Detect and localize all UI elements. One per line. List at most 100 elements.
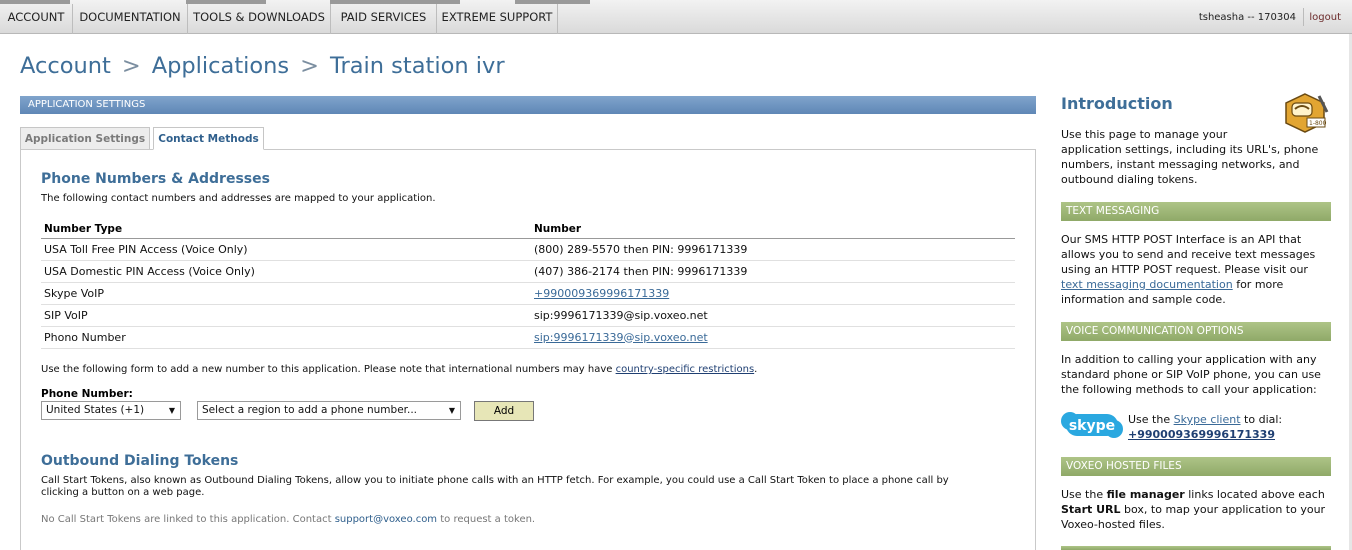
sidebar-skype-number-link[interactable]: +990009369996171339	[1128, 428, 1275, 441]
file-manager-term: file manager	[1106, 488, 1185, 501]
skype-suffix: to dial:	[1244, 413, 1283, 426]
nav-extreme-support[interactable]: EXTREME SUPPORT	[437, 4, 558, 34]
dropdown-arrow-icon: ▼	[168, 406, 175, 415]
number-type-cell: Phono Number	[41, 326, 531, 349]
voice-options-text: In addition to calling your application …	[1061, 352, 1321, 397]
hosted-line: Use the file manager links located above…	[1061, 487, 1325, 502]
text-messaging-doc-link[interactable]: text messaging documentation	[1061, 278, 1233, 291]
breadcrumb-applications[interactable]: Applications	[152, 53, 289, 79]
hosted-line: Start URL box, to map your application t…	[1061, 502, 1325, 517]
number-cell: sip:9996171339@sip.voxeo.net	[531, 304, 1015, 327]
no-tokens-text-end: to request a token.	[440, 514, 536, 525]
divider	[1303, 8, 1304, 26]
tokens-description-line1: Call Start Tokens, also known as Outboun…	[41, 475, 949, 486]
add-number-note-text: Use the following form to add a new numb…	[41, 364, 613, 375]
country-select-value: United States (+1)	[46, 404, 145, 416]
intro-line: application settings, including its URL'…	[1061, 143, 1319, 156]
number-type-cell: Skype VoIP	[41, 282, 531, 305]
tokens-description-line2: clicking a button on a web page.	[41, 487, 205, 498]
number-cell: (800) 289-5570 then PIN: 9996171339	[531, 238, 1015, 261]
next-section-header	[1061, 546, 1331, 550]
top-navigation: ACCOUNT DOCUMENTATION TOOLS & DOWNLOADS …	[0, 0, 1352, 34]
breadcrumb-separator: >	[121, 53, 141, 79]
skype-number-link[interactable]: +990009369996171339	[534, 287, 669, 300]
text-messaging-after-link: for more	[1236, 278, 1284, 291]
intro-line: Use this page to manage your	[1061, 128, 1228, 141]
tab-application-settings[interactable]: Application Settings	[20, 127, 150, 150]
voice-options-header: VOICE COMMUNICATION OPTIONS	[1061, 322, 1331, 341]
voice-line: standard phone or SIP VoIP phone, you ca…	[1061, 368, 1321, 381]
phone-section-description: The following contact numbers and addres…	[41, 193, 436, 204]
text-messaging-link-line: text messaging documentation for more	[1061, 277, 1315, 292]
hosted-files-text: Use the file manager links located above…	[1061, 487, 1325, 532]
text-messaging-header: TEXT MESSAGING	[1061, 202, 1331, 221]
user-info: tsheasha -- 170304	[1198, 12, 1296, 23]
contact-numbers-table: Number Type Number USA Toll Free PIN Acc…	[41, 221, 1015, 349]
introduction-title: Introduction	[1061, 94, 1173, 113]
svg-text:1-800: 1-800	[1309, 120, 1327, 127]
voice-line: In addition to calling your application …	[1061, 353, 1317, 366]
skype-client-link[interactable]: Skype client	[1174, 413, 1241, 426]
text-messaging-text: Our SMS HTTP POST Interface is an API th…	[1061, 232, 1315, 307]
nav-account[interactable]: ACCOUNT	[0, 4, 73, 34]
add-number-note-end: .	[754, 364, 758, 375]
add-number-note: Use the following form to add a new numb…	[41, 364, 757, 375]
hosted-files-header: VOXEO HOSTED FILES	[1061, 457, 1331, 476]
table-row: Skype VoIP +990009369996171339	[41, 282, 1015, 305]
number-type-cell: SIP VoIP	[41, 304, 531, 327]
region-select-value: Select a region to add a phone number...	[202, 404, 418, 416]
skype-logo: skype	[1061, 412, 1123, 438]
logout-link[interactable]: logout	[1309, 12, 1341, 23]
intro-line: outbound dialing tokens.	[1061, 173, 1198, 186]
number-cell: (407) 386-2174 then PIN: 9996171339	[531, 260, 1015, 283]
breadcrumb-account[interactable]: Account	[20, 53, 111, 79]
intro-text: Use this page to manage your application…	[1061, 127, 1318, 187]
nav-paid-services[interactable]: PAID SERVICES	[331, 4, 437, 34]
skype-number-line: +990009369996171339	[1128, 427, 1275, 442]
breadcrumb-current-app: Train station ivr	[330, 53, 505, 79]
breadcrumb-separator: >	[300, 53, 320, 79]
number-type-cell: USA Toll Free PIN Access (Voice Only)	[41, 238, 531, 261]
table-row: Phono Number sip:9996171339@sip.voxeo.ne…	[41, 326, 1015, 349]
number-cell: +990009369996171339	[531, 282, 1015, 305]
nav-documentation[interactable]: DOCUMENTATION	[73, 4, 188, 34]
text-messaging-line: using an HTTP POST request. Please visit…	[1061, 263, 1308, 276]
country-restrictions-link[interactable]: country-specific restrictions	[616, 364, 755, 375]
voice-line: the following methods to call your appli…	[1061, 383, 1317, 396]
skype-logo-text: skype	[1069, 418, 1115, 434]
hosted-text: Use the	[1061, 488, 1104, 501]
application-settings-header: APPLICATION SETTINGS	[20, 96, 1036, 114]
tab-contact-methods[interactable]: Contact Methods	[153, 127, 264, 150]
text-messaging-line: Our SMS HTTP POST Interface is an API th…	[1061, 233, 1302, 246]
breadcrumb: Account > Applications > Train station ivr	[20, 53, 505, 79]
country-select[interactable]: United States (+1) ▼	[41, 401, 181, 420]
hosted-line: Voxeo-hosted files.	[1061, 518, 1165, 531]
add-number-button[interactable]: Add	[474, 401, 534, 421]
skype-dial-line: Use the Skype client to dial:	[1128, 412, 1282, 427]
phono-number-link[interactable]: sip:9996171339@sip.voxeo.net	[534, 331, 708, 344]
column-header-number: Number	[531, 221, 1015, 239]
text-messaging-line: allows you to send and receive text mess…	[1061, 248, 1316, 261]
column-header-number-type: Number Type	[41, 221, 531, 239]
support-email-link[interactable]: support@voxeo.com	[335, 514, 437, 525]
no-tokens-text: No Call Start Tokens are linked to this …	[41, 514, 332, 525]
number-cell: sip:9996171339@sip.voxeo.net	[531, 326, 1015, 349]
table-header-row: Number Type Number	[41, 221, 1015, 239]
table-row: USA Toll Free PIN Access (Voice Only) (8…	[41, 238, 1015, 261]
intro-line: numbers, instant messaging networks, and	[1061, 158, 1300, 171]
nav-tools-downloads[interactable]: TOOLS & DOWNLOADS	[188, 4, 331, 34]
skype-prefix: Use the	[1128, 413, 1171, 426]
dropdown-arrow-icon: ▼	[448, 406, 455, 415]
text-messaging-line: information and sample code.	[1061, 293, 1226, 306]
hosted-text: box, to map your application to your	[1124, 503, 1326, 516]
table-row: USA Domestic PIN Access (Voice Only) (40…	[41, 260, 1015, 283]
phone-section-title: Phone Numbers & Addresses	[41, 171, 270, 187]
no-tokens-message: No Call Start Tokens are linked to this …	[41, 514, 535, 525]
region-select[interactable]: Select a region to add a phone number...…	[197, 401, 461, 420]
phone-number-label: Phone Number:	[41, 388, 133, 400]
start-url-term: Start URL	[1061, 503, 1121, 516]
table-row: SIP VoIP sip:9996171339@sip.voxeo.net	[41, 304, 1015, 327]
tokens-section-title: Outbound Dialing Tokens	[41, 453, 239, 469]
number-type-cell: USA Domestic PIN Access (Voice Only)	[41, 260, 531, 283]
hosted-text: links located above each	[1188, 488, 1325, 501]
